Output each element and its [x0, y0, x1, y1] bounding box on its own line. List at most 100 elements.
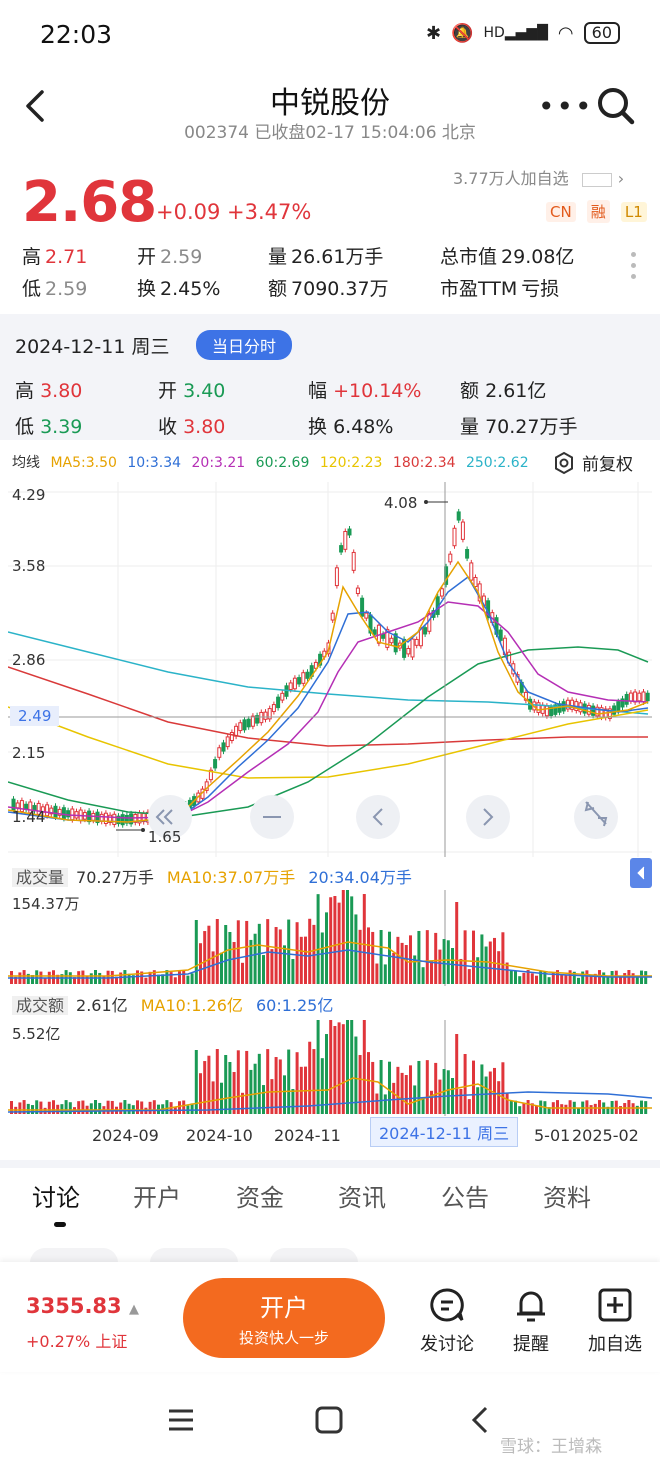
volume-bar — [220, 952, 223, 984]
volume-bar — [123, 1100, 127, 1114]
mute-icon: 🔕 — [451, 22, 474, 44]
volume-bar — [509, 970, 513, 984]
candle — [624, 693, 629, 705]
amount-chart[interactable] — [8, 1020, 652, 1116]
intraday-button[interactable]: 当日分时 — [196, 330, 293, 360]
discuss-button[interactable]: 发讨论 — [412, 1286, 482, 1356]
volume-bar — [526, 1100, 530, 1114]
volume-bar — [451, 947, 454, 984]
x-label: 2025-02 — [572, 1126, 639, 1145]
status-bar: 22:03 ✱ 🔕 HD▂▄▆█ ◠ 60 — [0, 0, 660, 68]
volume-bar — [560, 1104, 564, 1114]
volume-bar — [518, 1106, 522, 1114]
volume-bar — [514, 970, 517, 984]
remind-button[interactable]: 提醒 — [496, 1286, 566, 1356]
volume-bar — [110, 1100, 114, 1114]
home-nav-icon[interactable] — [314, 1405, 344, 1435]
wifi-icon: ◠ — [557, 22, 574, 44]
day-turnover: 换 6.48% — [308, 416, 394, 438]
candle — [452, 527, 457, 547]
volume-bar — [203, 1061, 207, 1114]
volume-bar — [287, 919, 291, 984]
watchers-count[interactable]: 3.77万人加自选 › — [453, 165, 624, 189]
adjust-button[interactable]: 前复权 — [552, 450, 633, 475]
volume-bar — [304, 936, 307, 984]
more-button[interactable]: ••• — [538, 90, 594, 123]
stat-low: 低 2.59 — [22, 278, 88, 300]
volume-bar — [396, 936, 400, 984]
candle — [612, 705, 617, 715]
volume-bar — [568, 970, 572, 984]
tab-bar: 讨论 开户 资金 资讯 公告 资料 — [0, 1172, 660, 1222]
volume-bar — [207, 1055, 211, 1114]
search-icon[interactable] — [596, 86, 636, 126]
bell-icon — [517, 1291, 545, 1322]
ma250: 250:2.62 — [465, 455, 529, 471]
volume-chart[interactable] — [8, 890, 652, 986]
volume-bar — [224, 1054, 228, 1114]
tab-announcements[interactable]: 公告 — [441, 1178, 489, 1213]
volume-bar — [446, 940, 450, 984]
candle — [633, 691, 638, 703]
volume-bar — [530, 973, 534, 984]
expand-stats-button[interactable] — [631, 252, 637, 285]
volume-legend: 成交量 70.27万手 MA10:37.07万手 20:34.04万手 — [12, 864, 412, 888]
day-open: 开 3.40 — [158, 380, 226, 402]
volume-bar — [203, 931, 207, 984]
volume-bar — [350, 1020, 354, 1114]
tab-indicator — [54, 1222, 66, 1227]
volume-bar — [459, 1088, 463, 1114]
tab-discussion[interactable]: 讨论 — [32, 1178, 80, 1213]
y-label-max: 4.29 — [12, 486, 46, 504]
collapse-button[interactable] — [630, 858, 652, 888]
candle — [53, 805, 58, 818]
candle — [297, 677, 302, 685]
candle — [263, 711, 268, 720]
tab-funds[interactable]: 资金 — [236, 1178, 284, 1213]
volume-bar — [52, 970, 55, 984]
volume-bar — [472, 930, 475, 984]
volume-bar — [421, 967, 425, 984]
ma10: 10:3.34 — [127, 455, 182, 471]
volume-bar — [350, 896, 354, 984]
chart-nav-buttons[interactable] — [148, 795, 618, 839]
candle — [343, 530, 348, 550]
y-label-min: 1.44 — [12, 808, 46, 826]
candle — [292, 677, 297, 690]
volume-bar — [631, 973, 635, 984]
volume-bar — [333, 896, 337, 984]
volume-bar — [375, 963, 379, 984]
add-watchlist-button[interactable]: 加自选 — [580, 1286, 650, 1356]
volume-bar — [409, 1065, 412, 1114]
volume-bar — [329, 1020, 333, 1114]
volume-bar — [186, 975, 190, 984]
tab-profile[interactable]: 资料 — [543, 1178, 591, 1213]
candle — [246, 718, 251, 728]
volume-bar — [623, 973, 627, 984]
stat-volume: 量 26.61万手 — [268, 246, 384, 268]
volume-bar — [291, 959, 295, 984]
ma180: 180:2.34 — [392, 455, 456, 471]
volume-bar — [509, 1100, 513, 1114]
candle — [334, 567, 339, 587]
tab-open-account[interactable]: 开户 — [133, 1178, 181, 1213]
day-close: 收 3.80 — [158, 416, 226, 438]
kline-chart[interactable] — [8, 482, 652, 857]
menu-nav-icon[interactable] — [166, 1405, 196, 1435]
crosshair-date: 2024-12-11 周三 — [370, 1117, 519, 1147]
clock: 22:03 — [40, 20, 113, 49]
candle — [448, 553, 453, 563]
volume-bar — [467, 969, 471, 984]
volume-bar — [497, 951, 501, 984]
volume-bar — [173, 977, 177, 984]
index-value[interactable]: 3355.83 ▲ — [26, 1294, 139, 1318]
volume-bar — [316, 894, 320, 984]
day-low: 低 3.39 — [15, 416, 83, 438]
volume-bar — [194, 920, 198, 984]
volume-bar — [354, 914, 358, 984]
candle — [120, 814, 125, 826]
candle — [414, 638, 419, 646]
open-account-button[interactable]: 开户 投资快人一步 — [183, 1278, 385, 1358]
tab-news[interactable]: 资讯 — [338, 1178, 386, 1213]
back-nav-icon[interactable] — [466, 1405, 496, 1435]
